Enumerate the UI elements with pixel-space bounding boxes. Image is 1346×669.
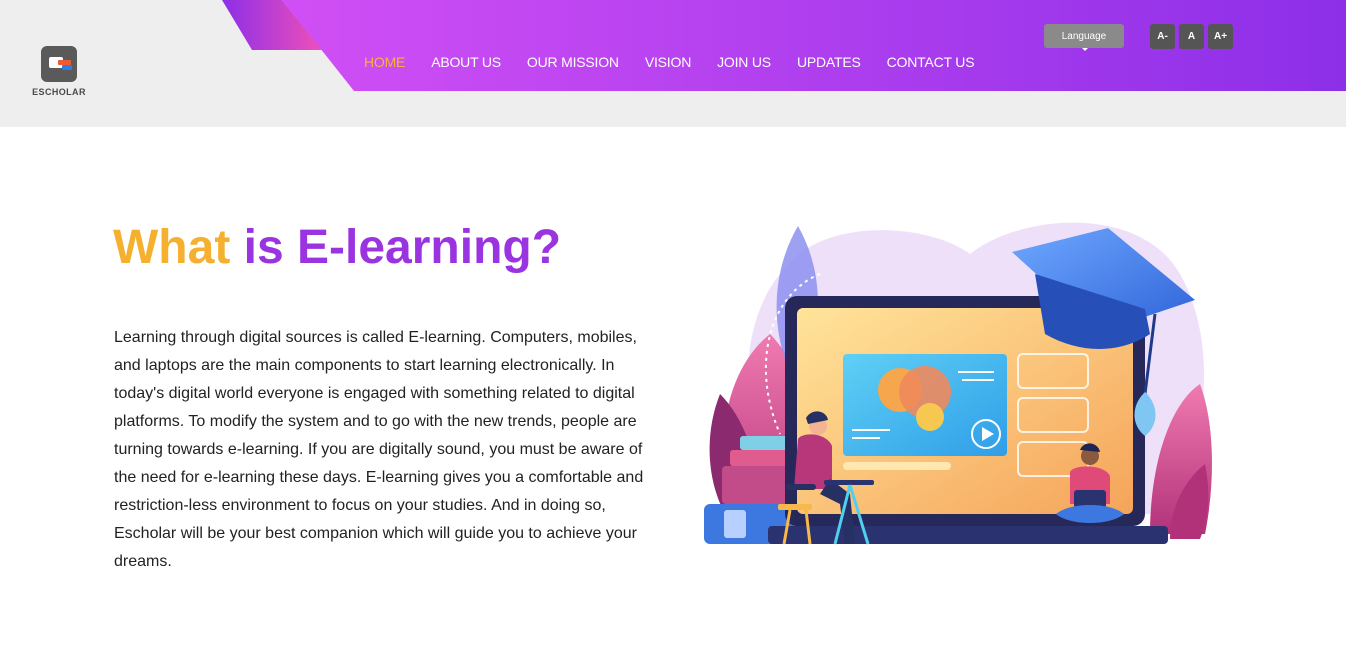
nav-contact-us[interactable]: CONTACT US (887, 54, 975, 70)
font-reset-button[interactable]: A (1179, 24, 1204, 49)
main-nav: HOME ABOUT US OUR MISSION VISION JOIN US… (364, 54, 1000, 70)
nav-home[interactable]: HOME (364, 54, 405, 70)
site-logo[interactable]: ESCHOLAR (30, 46, 88, 97)
font-decrease-button[interactable]: A- (1150, 24, 1175, 49)
title-highlight: What (113, 221, 231, 274)
nav-about-us[interactable]: ABOUT US (431, 54, 501, 70)
nav-our-mission[interactable]: OUR MISSION (527, 54, 619, 70)
language-button[interactable]: Language (1044, 24, 1124, 48)
title-rest: is E-learning? (243, 221, 562, 274)
intro-paragraph: Learning through digital sources is call… (114, 329, 644, 570)
escholar-logo-icon (41, 46, 77, 82)
nav-vision[interactable]: VISION (645, 54, 691, 70)
page-title: What is E-learning? (113, 220, 561, 276)
chevron-down-icon (1082, 48, 1088, 51)
nav-join-us[interactable]: JOIN US (717, 54, 771, 70)
logo-label: ESCHOLAR (32, 87, 86, 97)
font-increase-button[interactable]: A+ (1208, 24, 1233, 49)
nav-updates[interactable]: UPDATES (797, 54, 861, 70)
e-learning-laptop-illustration (704, 222, 1212, 545)
